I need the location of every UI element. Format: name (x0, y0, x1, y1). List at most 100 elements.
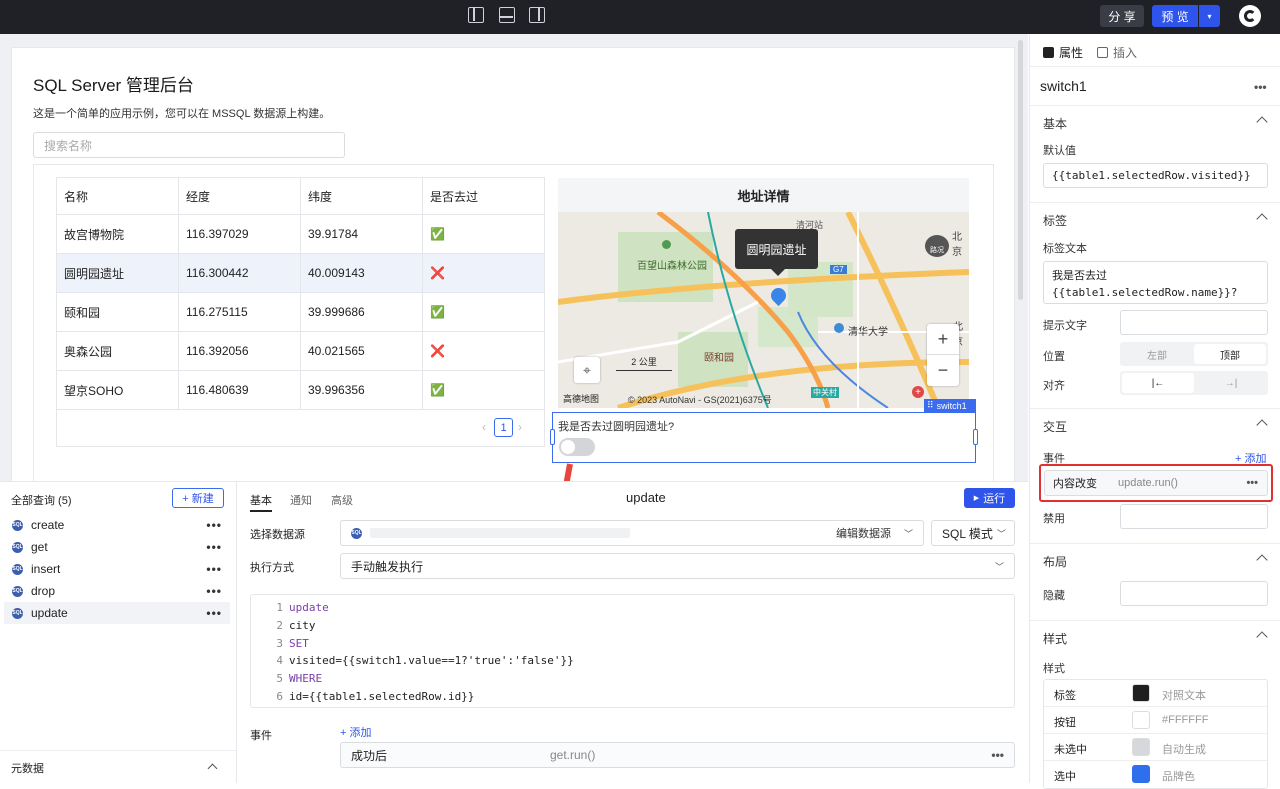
switch-toggle[interactable] (559, 438, 595, 456)
chevron-up-icon[interactable] (1256, 213, 1268, 225)
more-icon[interactable]: ••• (206, 540, 222, 554)
locate-icon[interactable]: ⌖ (574, 357, 600, 383)
preview-button[interactable]: 预 览 (1152, 5, 1198, 27)
position-top-option[interactable]: 顶部 (1194, 344, 1266, 364)
mode-select[interactable]: SQL 模式 ﹀ (931, 520, 1015, 546)
exec-select[interactable]: 手动触发执行 ﹀ (340, 553, 1015, 579)
more-icon[interactable]: ••• (206, 584, 222, 598)
color-swatch[interactable] (1132, 711, 1150, 729)
code-editor[interactable]: 1 2 3 4 5 6 update city SET visited={{sw… (250, 594, 1015, 708)
section-interaction[interactable]: 交互 (1030, 408, 1280, 444)
table-header[interactable]: 是否去过 (422, 177, 545, 215)
table-row[interactable]: 望京SOHO 116.480639 39.996356 ✅ (56, 370, 545, 410)
color-swatch[interactable] (1132, 738, 1150, 756)
position-left-option[interactable]: 左部 (1120, 342, 1194, 366)
line-number: 5 (276, 672, 283, 686)
zoom-out-icon[interactable]: − (927, 355, 959, 386)
tab-notify[interactable]: 通知 (290, 492, 312, 508)
color-swatch[interactable] (1132, 765, 1150, 783)
hide-input[interactable] (1120, 581, 1268, 606)
switch-component[interactable]: 我是否去过圆明园遗址? (550, 412, 978, 463)
page-title: SQL Server 管理后台 (33, 76, 194, 95)
avatar[interactable] (1239, 5, 1261, 27)
line-numbers: 1 2 3 4 5 6 (251, 599, 283, 706)
more-icon[interactable]: ••• (991, 748, 1004, 762)
resize-handle-left[interactable] (550, 429, 555, 445)
component-tag-label: switch1 (936, 400, 967, 411)
table-header[interactable]: 纬度 (300, 177, 423, 215)
component-tag[interactable]: ⠿ switch1 (924, 399, 976, 412)
style-row[interactable]: 标签 对照文本 (1044, 680, 1267, 707)
section-label[interactable]: 标签 (1030, 202, 1280, 238)
default-value-input[interactable]: {{table1.selectedRow.visited}} (1043, 163, 1268, 188)
edit-datasource-link[interactable]: 编辑数据源 (836, 525, 891, 541)
share-button[interactable]: 分 享 (1100, 5, 1144, 27)
map-view[interactable]: 百望山森林公园 清华大学 颐和园 北京 北京 清河站 中关村 G7 路况 圆明园… (558, 212, 969, 408)
table-row[interactable]: 故宫博物院 116.397029 39.91784 ✅ (56, 214, 545, 254)
event-item[interactable]: 内容改变 update.run() ••• (1044, 470, 1268, 496)
section-style[interactable]: 样式 (1030, 620, 1280, 656)
query-item-get[interactable]: SQL get ••• (0, 536, 236, 558)
prev-page-icon[interactable]: ‹ (482, 420, 486, 434)
table-header[interactable]: 经度 (178, 177, 301, 215)
align-left-icon[interactable]: |← (1122, 373, 1194, 393)
next-page-icon[interactable]: › (518, 420, 522, 434)
event-row[interactable]: 成功后 get.run() ••• (340, 742, 1015, 768)
layout-right-icon[interactable] (529, 7, 545, 23)
position-label: 位置 (1043, 351, 1065, 363)
query-item-insert[interactable]: SQL insert ••• (0, 558, 236, 580)
component-name[interactable]: switch1 (1040, 78, 1087, 94)
preview-dropdown-button[interactable]: ▾ (1199, 5, 1220, 27)
search-input[interactable]: 搜索名称 (33, 132, 345, 158)
chevron-up-icon[interactable] (1256, 631, 1268, 643)
label-text-input[interactable]: 我是否去过 {{table1.selectedRow.name}}? (1043, 261, 1268, 304)
tab-properties[interactable]: 属性 (1043, 44, 1083, 61)
layout-left-icon[interactable] (468, 7, 484, 23)
traffic-button[interactable]: 路况 (925, 235, 949, 257)
run-button[interactable]: ▶ 运行 (964, 488, 1015, 508)
style-row[interactable]: 按钮 #FFFFFF (1044, 707, 1267, 734)
section-layout[interactable]: 布局 (1030, 543, 1280, 579)
style-row[interactable]: 选中 品牌色 (1044, 761, 1267, 788)
page-number[interactable]: 1 (494, 418, 513, 437)
more-icon[interactable]: ••• (1246, 477, 1258, 489)
canvas-scrollbar[interactable] (1018, 40, 1023, 300)
layout-bottom-icon[interactable] (499, 7, 515, 23)
chevron-up-icon[interactable] (1256, 116, 1268, 128)
table-header[interactable]: 名称 (56, 177, 179, 215)
table-cell: 39.999686 (300, 292, 423, 332)
style-name: 未选中 (1054, 744, 1087, 756)
query-item-drop[interactable]: SQL drop ••• (0, 580, 236, 602)
more-icon[interactable]: ••• (206, 606, 222, 620)
table-row-selected[interactable]: 圆明园遗址 116.300442 40.009143 ❌ (56, 253, 545, 293)
tab-insert[interactable]: 插入 (1097, 44, 1137, 61)
query-item-update[interactable]: SQL update ••• (4, 602, 230, 624)
table-row[interactable]: 颐和园 116.275115 39.999686 ✅ (56, 292, 545, 332)
hint-input[interactable] (1120, 310, 1268, 335)
chevron-up-icon[interactable] (1256, 419, 1268, 431)
chevron-up-icon[interactable] (1256, 554, 1268, 566)
table-row[interactable]: 奥森公园 116.392056 40.021565 ❌ (56, 331, 545, 371)
datasource-select[interactable]: SQL 编辑数据源 ﹀ (340, 520, 924, 546)
tab-basic[interactable]: 基本 (250, 492, 272, 508)
align-right-icon[interactable]: →| (1194, 371, 1268, 395)
map-label: 颐和园 (704, 353, 734, 364)
disable-input[interactable] (1120, 504, 1268, 529)
sql-icon: SQL (12, 585, 23, 597)
label-text-line: {{table1.selectedRow.name}}? (1052, 286, 1238, 299)
resize-handle-right[interactable] (973, 429, 978, 445)
zoom-in-icon[interactable]: + (927, 324, 959, 355)
more-icon[interactable]: ••• (1254, 80, 1267, 94)
new-query-button[interactable]: + 新建 (172, 488, 224, 508)
section-basic[interactable]: 基本 (1030, 105, 1280, 141)
table-cell: 116.397029 (178, 214, 301, 254)
style-row[interactable]: 未选中 自动生成 (1044, 734, 1267, 761)
metadata-section[interactable]: 元数据 (0, 750, 236, 784)
tab-advanced[interactable]: 高级 (331, 492, 353, 508)
query-item-create[interactable]: SQL create ••• (0, 514, 236, 536)
add-event-button[interactable]: + 添加 (340, 724, 371, 740)
chevron-up-icon[interactable] (207, 763, 218, 774)
more-icon[interactable]: ••• (206, 518, 222, 532)
more-icon[interactable]: ••• (206, 562, 222, 576)
color-swatch[interactable] (1132, 684, 1150, 702)
